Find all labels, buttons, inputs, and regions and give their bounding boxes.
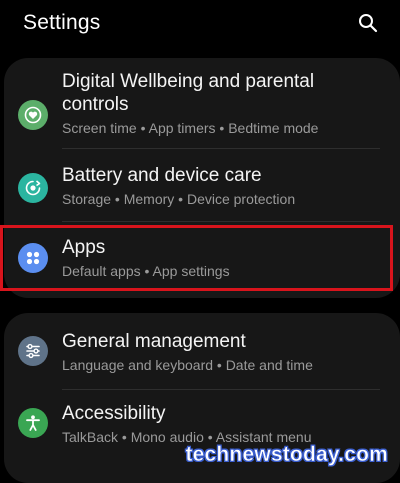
divider	[62, 148, 380, 149]
divider	[62, 389, 380, 390]
sliders-icon	[18, 336, 48, 366]
accessibility-person-icon	[18, 408, 48, 438]
item-subtitle: Language and keyboard • Date and time	[62, 357, 313, 373]
item-subtitle: Screen time • App timers • Bedtime mode	[62, 120, 319, 136]
item-title: Accessibility	[62, 403, 166, 424]
general-management-item[interactable]: General management Language and keyboard…	[4, 327, 400, 387]
watermark: technewstoday.com	[185, 443, 388, 467]
page-title: Settings	[23, 11, 101, 34]
app-header: Settings	[0, 0, 400, 52]
item-title: Digital Wellbeing and parental	[62, 71, 315, 92]
search-icon	[359, 14, 378, 33]
item-title: General management	[62, 331, 246, 352]
item-title: Battery and device care	[62, 165, 262, 186]
apps-highlight-frame	[0, 225, 393, 291]
device-care-icon	[18, 173, 48, 203]
search-button[interactable]	[356, 11, 380, 35]
item-title-continued: controls	[62, 94, 129, 115]
wellbeing-heart-icon	[18, 100, 48, 130]
item-subtitle: Storage • Memory • Device protection	[62, 191, 296, 207]
divider	[62, 221, 380, 222]
digital-wellbeing-item[interactable]: Digital Wellbeing and parental controls …	[4, 70, 400, 150]
battery-device-care-item[interactable]: Battery and device care Storage • Memory…	[4, 161, 400, 221]
